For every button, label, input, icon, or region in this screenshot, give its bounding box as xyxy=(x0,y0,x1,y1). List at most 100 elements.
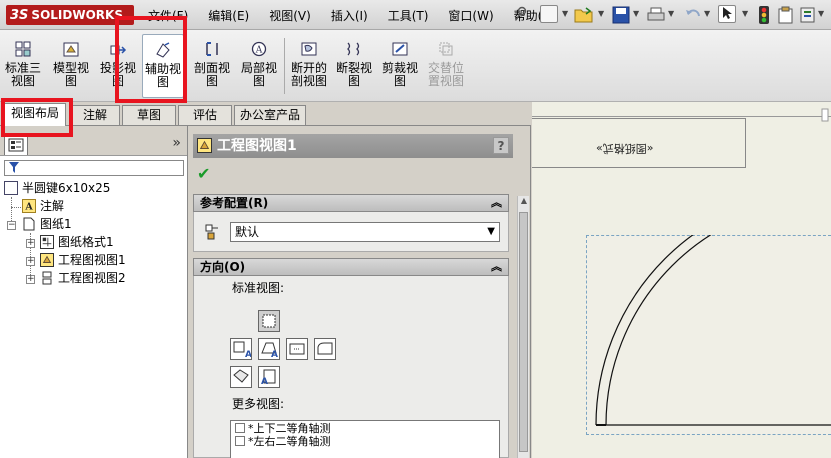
ok-checkmark-button[interactable]: ✔ xyxy=(197,164,210,183)
dropdown-arrow-icon: ▼ xyxy=(487,226,495,237)
tab-office-products[interactable]: 办公室产品 xyxy=(234,105,306,125)
collapse-toggle[interactable]: − xyxy=(7,221,16,230)
orientation-group-header[interactable]: 方向(O) ︽ xyxy=(193,258,509,276)
reference-config-group-header[interactable]: 参考配置(R) ︽ xyxy=(193,194,509,212)
tab-sketch[interactable]: 草图 xyxy=(122,105,176,125)
file-properties-icon[interactable] xyxy=(778,6,794,24)
print-icon[interactable] xyxy=(646,6,666,24)
expand-toggle[interactable]: + xyxy=(26,257,35,266)
auxiliary-view-button[interactable]: 辅助视 图 xyxy=(142,34,184,98)
sheet-format-icon xyxy=(40,235,54,249)
reference-config-group: 默认 ▼ xyxy=(193,212,509,252)
tree-item-drawing-view2[interactable]: 工程图视图2 xyxy=(40,270,126,287)
crop-view-label: 剪裁视 图 xyxy=(381,61,418,88)
help-button[interactable]: ? xyxy=(493,137,509,154)
scroll-up-icon[interactable]: ▲ xyxy=(518,196,530,210)
collapse-chevron-icon[interactable]: ︽ xyxy=(491,259,502,275)
select-arrow-icon[interactable] xyxy=(718,5,736,23)
crop-view-icon xyxy=(392,42,408,56)
options-icon[interactable] xyxy=(800,6,816,24)
front-view-icon xyxy=(262,314,276,328)
view-isometric-button[interactable]: A xyxy=(258,366,280,388)
menu-edit[interactable]: 编辑(E) xyxy=(208,7,249,24)
menu-file[interactable]: 文件(F) xyxy=(148,7,188,24)
open-folder-icon[interactable] xyxy=(574,6,594,24)
command-tab-bar: 视图布局 注解 草图 评估 办公室产品 xyxy=(0,102,531,126)
mirrored-sheet-format-note: «图纸格式» xyxy=(596,142,654,155)
menu-tools[interactable]: 工具(T) xyxy=(388,7,429,24)
menu-window[interactable]: 窗口(W) xyxy=(448,7,493,24)
standard-3-view-button[interactable]: 标准三 视图 xyxy=(4,34,42,98)
detail-view-label: 局部视 图 xyxy=(240,61,277,88)
configuration-icon xyxy=(205,224,218,240)
command-separator xyxy=(284,38,285,94)
open-dropdown-icon[interactable]: ▼ xyxy=(598,9,604,18)
feature-tree-tab[interactable] xyxy=(4,135,28,155)
configuration-select[interactable]: 默认 ▼ xyxy=(230,222,500,242)
break-view-button[interactable]: 断裂视 图 xyxy=(334,34,374,98)
svg-text:A: A xyxy=(271,350,278,359)
projected-view-icon xyxy=(110,45,127,55)
more-view-item-trimetric-left[interactable]: *左右二等角轴测 xyxy=(235,436,331,448)
more-view-checkbox[interactable] xyxy=(235,423,245,433)
tree-item-sheet1[interactable]: 图纸1 xyxy=(22,216,72,233)
bottom-view-icon xyxy=(317,342,333,355)
expand-tabs-icon[interactable]: » xyxy=(172,135,181,151)
select-dropdown-icon[interactable]: ▼ xyxy=(742,9,748,18)
tree-root-part[interactable]: 半圆键6x10x25 xyxy=(4,180,110,197)
tree-item-annotations[interactable]: A 注解 xyxy=(22,198,64,215)
tree-filter-input[interactable] xyxy=(4,160,184,176)
undo-dropdown-icon[interactable]: ▼ xyxy=(704,9,710,18)
property-manager: 工程图视图1 ? ✔ 参考配置(R) ︽ 默认 ▼ 方向(O) ︽ 标准视图: … xyxy=(189,126,531,458)
view-right-button[interactable] xyxy=(286,338,308,360)
view-back-button[interactable] xyxy=(230,366,252,388)
sheet-icon xyxy=(23,217,35,231)
view-top-button[interactable]: A xyxy=(230,338,252,360)
svg-text:A: A xyxy=(24,201,33,212)
traffic-light-icon[interactable] xyxy=(758,5,770,25)
crop-view-button[interactable]: 剪裁视 图 xyxy=(380,34,420,98)
drawing-canvas[interactable]: «图纸格式» xyxy=(532,102,831,458)
new-document-icon[interactable] xyxy=(540,5,558,23)
save-dropdown-icon[interactable]: ▼ xyxy=(633,9,639,18)
undo-icon[interactable] xyxy=(684,6,702,24)
options-dropdown-icon[interactable]: ▼ xyxy=(818,9,824,18)
model-view-icon xyxy=(63,42,79,57)
section-view-button[interactable]: 剖面视 图 xyxy=(192,34,232,98)
broken-out-section-button[interactable]: 断开的 剖视图 xyxy=(288,34,330,98)
tab-evaluate[interactable]: 评估 xyxy=(178,105,232,125)
alternate-position-view-button[interactable]: 交替位 置视图 xyxy=(424,34,468,98)
tab-annotation[interactable]: 注解 xyxy=(70,105,120,125)
annotation-icon: A xyxy=(22,199,36,213)
manager-tabs: » xyxy=(0,126,187,156)
print-dropdown-icon[interactable]: ▼ xyxy=(668,9,674,18)
view-left-button[interactable]: A xyxy=(258,338,280,360)
tab-view-layout[interactable]: 视图布局 xyxy=(4,103,66,126)
new-dropdown-icon[interactable]: ▼ xyxy=(562,9,568,18)
menu-insert[interactable]: 插入(I) xyxy=(331,7,368,24)
expand-toggle[interactable]: + xyxy=(26,275,35,284)
tree-item-label: 图纸1 xyxy=(40,217,72,231)
expand-toggle[interactable]: + xyxy=(26,239,35,248)
more-view-item-trimetric-top[interactable]: *上下二等角轴测 xyxy=(235,423,331,435)
view-front-button[interactable] xyxy=(258,310,280,332)
section-view-icon xyxy=(206,42,218,56)
detail-view-button[interactable]: A 局部视 图 xyxy=(238,34,280,98)
view-bottom-button[interactable] xyxy=(314,338,336,360)
tree-line xyxy=(11,207,21,208)
command-manager: 标准三 视图 模型视 图 投影视 图 辅助视 图 剖面视 图 A 局部视 图 断… xyxy=(0,30,831,102)
svg-text:A: A xyxy=(245,350,251,359)
tree-item-sheet-format[interactable]: 图纸格式1 xyxy=(40,234,114,251)
tree-item-drawing-view1[interactable]: 工程图视图1 xyxy=(40,252,126,269)
menu-view[interactable]: 视图(V) xyxy=(269,7,311,24)
property-manager-scrollbar[interactable]: ▲ xyxy=(517,196,529,458)
scrollbar-thumb[interactable] xyxy=(519,212,528,452)
section-view-label: 剖面视 图 xyxy=(193,61,230,88)
more-view-checkbox[interactable] xyxy=(235,436,245,446)
model-view-button[interactable]: 模型视 图 xyxy=(50,34,92,98)
pin-icon[interactable] xyxy=(514,6,528,22)
save-icon[interactable] xyxy=(612,6,630,24)
semicircle-key-geometry[interactable] xyxy=(586,235,831,435)
collapse-chevron-icon[interactable]: ︽ xyxy=(491,195,502,211)
projected-view-button[interactable]: 投影视 图 xyxy=(98,34,138,98)
